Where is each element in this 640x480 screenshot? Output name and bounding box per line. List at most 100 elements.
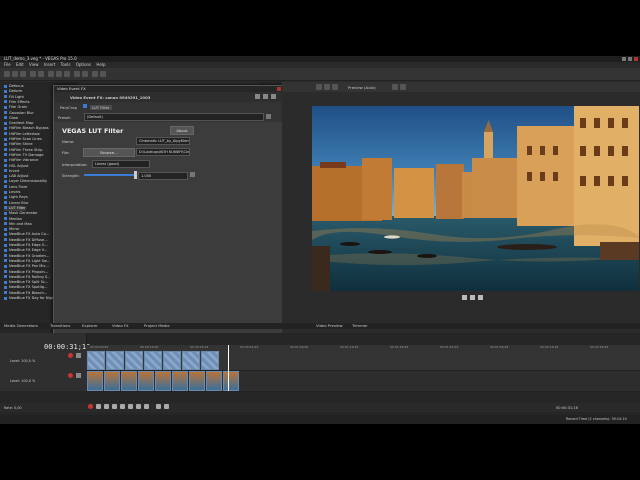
save-preset-icon[interactable]	[266, 114, 271, 119]
playhead-cursor[interactable]	[228, 345, 229, 391]
vfx-close-icon[interactable]	[277, 87, 281, 91]
track2-level[interactable]: Level: 100,0 %	[10, 379, 35, 383]
fx-plugin-icon	[4, 121, 7, 125]
prev-frame-icon[interactable]	[156, 404, 161, 409]
go-start-icon[interactable]	[136, 404, 141, 409]
track2-fx-icon[interactable]	[68, 373, 73, 378]
fx-tree-item-label: NewBlue FX Edge V...	[9, 248, 48, 253]
undo-icon[interactable]	[74, 71, 80, 77]
copy-icon[interactable]	[56, 71, 62, 77]
fx-plugin-icon	[4, 126, 7, 130]
fx-tree-item[interactable]: NewBlue FX Day for Night	[4, 296, 56, 301]
remove-plugin-icon[interactable]	[271, 94, 276, 99]
fx-tree-item-label: NewBlue FX Split Sc...	[9, 280, 49, 285]
pause-icon[interactable]	[470, 295, 475, 300]
preview-toolbar: Preview (Auto)	[282, 82, 640, 92]
preset-dropdown[interactable]: (Default)	[84, 113, 264, 121]
tab-video-preview[interactable]: Video Preview	[316, 323, 343, 329]
video-clip[interactable]	[87, 371, 103, 391]
fx-tree-item-label: NewBlue FX Day for Night	[9, 296, 56, 300]
video-clip[interactable]	[87, 351, 105, 370]
video-clip[interactable]	[223, 371, 239, 391]
maximize-icon[interactable]	[628, 57, 632, 61]
play-from-start-icon[interactable]	[104, 404, 109, 409]
track1-level[interactable]: Level: 100,0 %	[10, 359, 35, 363]
tab-project-media[interactable]: Project Media	[144, 323, 170, 329]
video-clip[interactable]	[201, 351, 219, 370]
track2-mute-icon[interactable]	[76, 373, 81, 378]
video-clip[interactable]	[189, 371, 205, 391]
snapshot-icon[interactable]	[400, 84, 406, 90]
loop-icon[interactable]	[96, 404, 101, 409]
keyframe-icon[interactable]	[190, 172, 195, 177]
go-end-icon[interactable]	[144, 404, 149, 409]
video-clip[interactable]	[144, 351, 162, 370]
video-clip[interactable]	[182, 351, 200, 370]
external-monitor-icon[interactable]	[324, 84, 330, 90]
interpolation-dropdown[interactable]: Linear (good)	[92, 160, 150, 168]
video-clip[interactable]	[106, 351, 124, 370]
overlays-icon[interactable]	[392, 84, 398, 90]
close-icon[interactable]	[634, 57, 638, 61]
fx-plugin-icon	[4, 243, 7, 247]
bypass-icon[interactable]	[255, 94, 260, 99]
properties-icon[interactable]	[38, 71, 44, 77]
fx-plugin-icon	[4, 116, 7, 120]
video-clip[interactable]	[206, 371, 222, 391]
chain-lut-filter[interactable]: LUT Filter	[90, 105, 112, 110]
tab-transitions[interactable]: Transitions	[50, 323, 70, 329]
timeline-stop-icon[interactable]	[128, 404, 133, 409]
fx-plugin-icon	[4, 280, 7, 284]
file-path-field[interactable]: D:\Lookups\KOH KUNWY\Cinem	[136, 148, 190, 156]
timeline-pause-icon[interactable]	[120, 404, 125, 409]
edit-tool-icon[interactable]	[92, 71, 98, 77]
record-icon[interactable]	[88, 404, 93, 409]
fx-plugin-icon	[4, 232, 7, 236]
play-icon[interactable]	[462, 295, 467, 300]
ruler-tick-label: 00:00:15;00	[140, 345, 159, 349]
strength-slider-thumb[interactable]	[134, 171, 137, 179]
render-icon[interactable]	[30, 71, 36, 77]
status-bar: Record Time (2 channels): 39:10:19	[0, 415, 640, 424]
timecode-display: 00:00:31;16	[44, 343, 91, 351]
save-icon[interactable]	[20, 71, 26, 77]
tab-explorer[interactable]: Explorer	[82, 323, 98, 329]
timeline-play-icon[interactable]	[112, 404, 117, 409]
strength-value-field[interactable]: 1.000	[138, 172, 188, 180]
plugin-chain-icon[interactable]	[263, 94, 268, 99]
paste-icon[interactable]	[64, 71, 70, 77]
envelope-tool-icon[interactable]	[100, 71, 106, 77]
minimize-icon[interactable]	[622, 57, 626, 61]
fx-plugin-icon	[4, 84, 7, 88]
split-screen-icon[interactable]	[332, 84, 338, 90]
open-icon[interactable]	[12, 71, 18, 77]
redo-icon[interactable]	[82, 71, 88, 77]
cut-icon[interactable]	[48, 71, 54, 77]
video-clip[interactable]	[125, 351, 143, 370]
track1-mute-icon[interactable]	[76, 353, 81, 358]
fx-tree-item-label: NewBlue FX Diffuse...	[9, 237, 48, 242]
tab-video-fx[interactable]: Video FX	[112, 323, 129, 329]
fx-plugin-icon	[4, 211, 7, 215]
preview-properties-icon[interactable]	[316, 84, 322, 90]
new-project-icon[interactable]	[4, 71, 10, 77]
tab-media-generators[interactable]: Media Generators	[4, 323, 38, 329]
about-button[interactable]: About	[170, 126, 194, 135]
next-frame-icon[interactable]	[164, 404, 169, 409]
video-clip[interactable]	[104, 371, 120, 391]
video-clip[interactable]	[138, 371, 154, 391]
track1-fx-icon[interactable]	[68, 353, 73, 358]
chain-checkbox[interactable]	[83, 104, 87, 108]
tab-trimmer[interactable]: Trimmer	[352, 323, 368, 329]
fx-tree-item-label: Light Rays	[9, 195, 28, 200]
preview-quality-dropdown[interactable]: Preview (Auto)	[348, 85, 376, 90]
video-clip[interactable]	[172, 371, 188, 391]
stop-icon[interactable]	[478, 295, 483, 300]
fx-plugin-icon	[4, 100, 7, 104]
video-clip[interactable]	[121, 371, 137, 391]
video-clip[interactable]	[155, 371, 171, 391]
video-clip[interactable]	[163, 351, 181, 370]
name-field[interactable]: Cinematic LUT_by_AlpyKleme_1	[136, 137, 190, 145]
chain-pancrop[interactable]: Pan/Crop	[60, 105, 77, 110]
browse-button[interactable]: Browse...	[83, 148, 135, 157]
